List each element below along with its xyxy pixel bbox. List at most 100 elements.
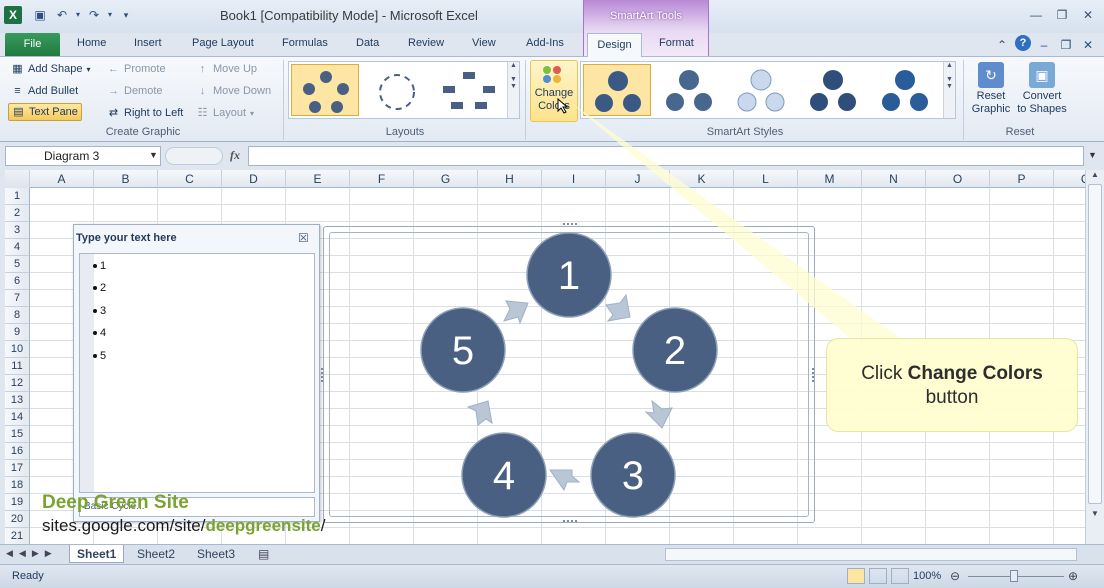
horizontal-scrollbar[interactable]: [665, 548, 1077, 561]
customize-qat-icon[interactable]: ▾: [118, 7, 134, 23]
minimize-ribbon-icon[interactable]: ⌃: [994, 37, 1010, 53]
sheet-tab-sheet2[interactable]: Sheet2: [130, 545, 182, 563]
zoom-out-icon[interactable]: ⊖: [950, 569, 960, 583]
tab-format[interactable]: Format: [659, 37, 694, 49]
workbook-close-icon[interactable]: ✕: [1080, 37, 1096, 53]
layouts-gallery[interactable]: ▲ ▼ ▼: [288, 61, 520, 119]
text-pane-item[interactable]: 4: [92, 327, 106, 339]
row-header[interactable]: 14: [5, 409, 30, 426]
column-header[interactable]: A: [30, 170, 94, 188]
redo-icon[interactable]: ↷: [86, 7, 102, 23]
convert-to-shapes-button[interactable]: ▣ Convert to Shapes: [1016, 60, 1068, 124]
text-pane-item[interactable]: 1: [92, 260, 106, 272]
promote-button[interactable]: ← Promote: [104, 60, 169, 78]
select-all-corner[interactable]: [5, 170, 30, 188]
layout-button[interactable]: ☷ Layout ▾: [193, 104, 257, 122]
tab-review[interactable]: Review: [408, 37, 444, 49]
tab-data[interactable]: Data: [356, 37, 379, 49]
zoom-level[interactable]: 100%: [913, 570, 941, 582]
row-header[interactable]: 19: [5, 494, 30, 511]
text-pane-item[interactable]: 3: [92, 305, 106, 317]
layouts-gallery-scroll[interactable]: ▲ ▼ ▼: [507, 62, 519, 118]
minimize-icon[interactable]: —: [1026, 8, 1046, 22]
column-header[interactable]: D: [222, 170, 286, 188]
vertical-scrollbar[interactable]: ▲ ▼: [1085, 170, 1104, 544]
demote-button[interactable]: → Demote: [104, 82, 166, 100]
row-header[interactable]: 12: [5, 375, 30, 392]
tab-page-layout[interactable]: Page Layout: [192, 37, 254, 49]
text-pane-item[interactable]: 2: [92, 282, 106, 294]
add-bullet-button[interactable]: ≡ Add Bullet: [8, 82, 81, 100]
move-up-button[interactable]: ↑ Move Up: [193, 60, 260, 78]
row-header[interactable]: 3: [5, 222, 30, 239]
column-header[interactable]: Q: [1054, 170, 1085, 188]
right-to-left-button[interactable]: ⇄ Right to Left: [104, 104, 186, 122]
row-header[interactable]: 10: [5, 341, 30, 358]
styles-gallery-scroll[interactable]: ▲ ▼ ▼: [943, 62, 955, 118]
column-header[interactable]: P: [990, 170, 1054, 188]
row-header[interactable]: 18: [5, 477, 30, 494]
zoom-slider-thumb[interactable]: [1010, 570, 1018, 582]
column-header[interactable]: F: [350, 170, 414, 188]
formula-resize-handle[interactable]: [165, 147, 223, 165]
row-header[interactable]: 9: [5, 324, 30, 341]
row-header[interactable]: 15: [5, 426, 30, 443]
row-header[interactable]: 2: [5, 205, 30, 222]
layout-thumb-block-cycle[interactable]: [435, 64, 503, 116]
row-header[interactable]: 11: [5, 358, 30, 375]
text-pane-button[interactable]: ▤ Text Pane: [8, 103, 82, 121]
row-header[interactable]: 8: [5, 307, 30, 324]
insert-function-icon[interactable]: fx: [230, 148, 240, 163]
left-resize-handle[interactable]: [321, 368, 325, 382]
add-shape-button[interactable]: ▦ Add Shape ▾: [8, 60, 93, 78]
expand-formula-bar-icon[interactable]: ▼: [1088, 150, 1097, 160]
restore-icon[interactable]: ❐: [1052, 8, 1072, 22]
row-header[interactable]: 4: [5, 239, 30, 256]
row-header[interactable]: 20: [5, 511, 30, 528]
name-box[interactable]: Diagram 3: [5, 146, 161, 166]
layout-thumb-basic-cycle[interactable]: [291, 64, 359, 116]
undo-icon[interactable]: ↶: [54, 7, 70, 23]
row-header[interactable]: 16: [5, 443, 30, 460]
row-header[interactable]: 7: [5, 290, 30, 307]
column-header[interactable]: H: [478, 170, 542, 188]
right-resize-handle[interactable]: [812, 368, 816, 382]
column-header[interactable]: G: [414, 170, 478, 188]
move-down-button[interactable]: ↓ Move Down: [193, 82, 274, 100]
text-pane-editor[interactable]: [79, 253, 315, 493]
column-header[interactable]: O: [926, 170, 990, 188]
normal-view-icon[interactable]: [847, 568, 865, 584]
excel-logo-icon[interactable]: X: [4, 6, 22, 24]
row-header[interactable]: 17: [5, 460, 30, 477]
zoom-in-icon[interactable]: ⊕: [1068, 569, 1078, 583]
row-header[interactable]: 1: [5, 188, 30, 205]
row-header[interactable]: 13: [5, 392, 30, 409]
tab-insert[interactable]: Insert: [134, 37, 162, 49]
reset-graphic-button[interactable]: ↻ Reset Graphic: [968, 60, 1014, 124]
layout-thumb-text-cycle[interactable]: [363, 64, 431, 116]
row-header[interactable]: 5: [5, 256, 30, 273]
workbook-restore-icon[interactable]: ❐: [1058, 37, 1074, 53]
scroll-up-icon[interactable]: ▲: [1086, 170, 1104, 179]
page-layout-view-icon[interactable]: [869, 568, 887, 584]
help-icon[interactable]: ?: [1015, 35, 1031, 51]
redo-dropdown-icon[interactable]: ▾: [102, 7, 118, 23]
close-icon[interactable]: ✕: [1078, 8, 1098, 22]
tab-home[interactable]: Home: [77, 37, 106, 49]
text-pane-close-icon[interactable]: ☒: [298, 231, 309, 245]
sheet-tab-sheet3[interactable]: Sheet3: [190, 545, 242, 563]
tab-design[interactable]: Design: [587, 33, 642, 57]
scroll-down-icon[interactable]: ▼: [1086, 509, 1104, 518]
tab-view[interactable]: View: [472, 37, 496, 49]
row-header[interactable]: 6: [5, 273, 30, 290]
tab-file[interactable]: File: [5, 33, 60, 56]
tab-add-ins[interactable]: Add-Ins: [526, 37, 564, 49]
workbook-minimize-icon[interactable]: –: [1036, 37, 1052, 53]
insert-sheet-icon[interactable]: ▤: [258, 547, 269, 561]
text-pane-item[interactable]: 5: [92, 350, 106, 362]
page-break-view-icon[interactable]: [891, 568, 909, 584]
vertical-scroll-thumb[interactable]: [1088, 184, 1102, 504]
undo-dropdown-icon[interactable]: ▾: [70, 7, 86, 23]
tab-formulas[interactable]: Formulas: [282, 37, 328, 49]
column-header[interactable]: C: [158, 170, 222, 188]
